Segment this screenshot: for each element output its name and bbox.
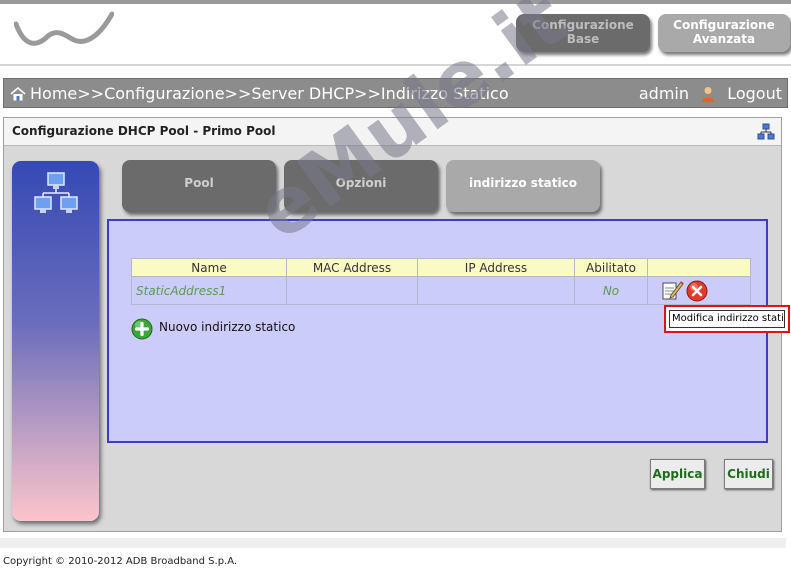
tab-indirizzo-statico[interactable]: indirizzo statico [446, 160, 600, 212]
static-address-table: Name MAC Address IP Address Abilitato St… [131, 258, 751, 305]
column-header-mac[interactable]: MAC Address [286, 258, 418, 277]
apply-label: Applica [652, 467, 703, 481]
column-header-enabled[interactable]: Abilitato [574, 258, 648, 277]
tab-pool-label: Pool [184, 176, 214, 190]
panel-header: Configurazione DHCP Pool - Primo Pool [4, 118, 781, 146]
tab-opzioni-label: Opzioni [335, 176, 387, 190]
footer-bar [0, 538, 786, 548]
config-advanced-button[interactable]: Configurazione Avanzata [658, 14, 790, 52]
tab-indirizzo-statico-label: indirizzo statico [469, 176, 577, 190]
close-label: Chiudi [727, 467, 770, 481]
crumb-separator: >> [77, 84, 105, 103]
edit-icon[interactable] [662, 280, 684, 300]
home-icon[interactable] [10, 87, 26, 101]
panel-title: Configurazione DHCP Pool - Primo Pool [12, 124, 276, 138]
cell-actions [647, 276, 751, 305]
config-base-label: Configurazione Base [532, 18, 634, 46]
top-border [0, 0, 791, 4]
crumb-indirizzo-statico[interactable]: Indirizzo Statico [381, 84, 509, 103]
add-static-address-label: Nuovo indirizzo statico [159, 320, 296, 334]
breadcrumb-bar: Home>>Configurazione>>Server DHCP>>Indir… [3, 78, 788, 108]
tab-opzioni[interactable]: Opzioni [284, 160, 438, 212]
wave-logo-icon [14, 11, 114, 46]
cell-enabled: No [574, 276, 648, 305]
column-header-ip[interactable]: IP Address [417, 258, 575, 277]
cell-name: StaticAddress1 [131, 276, 287, 305]
cell-ip [417, 276, 575, 305]
tab-pool[interactable]: Pool [122, 160, 276, 212]
crumb-separator: >> [354, 84, 381, 103]
network-icon [757, 123, 775, 140]
sidebar [12, 161, 99, 521]
crumb-separator: >> [224, 84, 252, 103]
apply-button[interactable]: Applica [650, 459, 705, 489]
crumb-server-dhcp[interactable]: Server DHCP [251, 84, 354, 103]
username-label: admin [638, 84, 689, 103]
column-header-name[interactable]: Name [131, 258, 287, 277]
crumb-configurazione[interactable]: Configurazione [104, 84, 224, 103]
config-base-button[interactable]: Configurazione Base [516, 14, 650, 52]
copyright-text: Copyright © 2010-2012 ADB Broadband S.p.… [3, 556, 238, 567]
crumb-home[interactable]: Home [30, 84, 77, 103]
table-row: StaticAddress1 No [131, 276, 751, 305]
network-icon [34, 172, 78, 213]
edit-tooltip-highlight: Modifica indirizzo statico [664, 305, 790, 333]
user-icon [702, 87, 714, 102]
column-header-actions [647, 258, 751, 277]
close-button[interactable]: Chiudi [724, 459, 773, 489]
logout-link[interactable]: Logout [727, 84, 782, 103]
cell-mac [286, 276, 418, 305]
header-separator [0, 64, 791, 66]
config-advanced-label: Configurazione Avanzata [673, 18, 775, 46]
edit-tooltip: Modifica indirizzo statico [669, 310, 785, 328]
breadcrumb: Home>>Configurazione>>Server DHCP>>Indir… [30, 84, 509, 103]
plus-icon [131, 318, 153, 340]
delete-icon[interactable] [686, 280, 708, 302]
